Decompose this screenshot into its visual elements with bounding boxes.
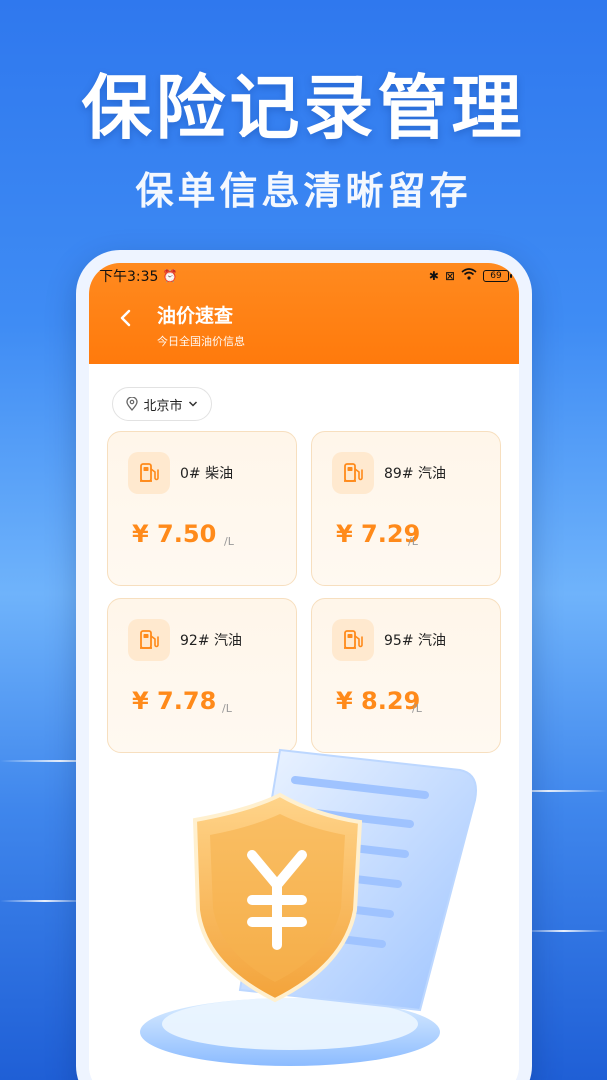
promo-subtitle: 保单信息清晰留存	[135, 169, 472, 213]
fuel-icon-wrap	[332, 452, 374, 494]
fuel-pump-icon	[140, 463, 159, 482]
fuel-card-0-diesel[interactable]: 0# 柴油 ¥ 7.50 /L	[107, 431, 297, 586]
back-icon	[120, 309, 131, 327]
wifi-icon	[461, 268, 477, 284]
fuel-unit: /L	[412, 702, 422, 715]
alarm-off-icon: ⏰	[162, 269, 178, 283]
fuel-icon-wrap	[128, 452, 170, 494]
fuel-price: ¥ 7.50	[132, 520, 217, 548]
insurance-illustration	[80, 740, 500, 1080]
status-bar: 下午3:35 ⏰ ✱ ⊠ 69	[99, 265, 512, 287]
bluetooth-icon: ✱	[428, 269, 439, 283]
back-button[interactable]	[111, 303, 141, 333]
light-streak	[520, 930, 607, 932]
fuel-card-2-92[interactable]: 92# 汽油 ¥ 7.78 /L	[107, 598, 297, 753]
fuel-unit: /L	[222, 702, 232, 715]
fuel-pump-icon	[344, 463, 363, 482]
fuel-card-1-89[interactable]: 89# 汽油 ¥ 7.29 /L	[311, 431, 501, 586]
fuel-icon-wrap	[332, 619, 374, 661]
battery-level: 69	[490, 271, 502, 281]
city-selector[interactable]: 北京市	[112, 387, 212, 421]
location-pin-icon	[126, 397, 139, 411]
page-title: 油价速查	[157, 305, 234, 327]
page-subtitle: 今日全国油价信息	[157, 335, 245, 348]
app-bar: 下午3:35 ⏰ ✱ ⊠ 69 油价速查 今日全国油价信息	[89, 263, 519, 364]
fuel-name: 92# 汽油	[180, 633, 242, 649]
mute-icon: ⊠	[444, 269, 455, 283]
fuel-pump-icon	[344, 630, 363, 649]
fuel-card-3-95[interactable]: 95# 汽油 ¥ 8.29 /L	[311, 598, 501, 753]
fuel-price: ¥ 8.29	[336, 687, 421, 715]
fuel-name: 95# 汽油	[384, 633, 446, 649]
fuel-unit: /L	[224, 535, 234, 548]
city-label: 北京市	[143, 398, 183, 414]
fuel-icon-wrap	[128, 619, 170, 661]
status-time: 下午3:35	[99, 269, 159, 285]
fuel-name: 89# 汽油	[384, 466, 446, 482]
fuel-pump-icon	[140, 630, 159, 649]
battery-icon: 69	[483, 270, 512, 282]
chevron-down-icon	[188, 401, 197, 407]
fuel-price: ¥ 7.78	[132, 687, 217, 715]
promo-title: 保险记录管理	[81, 67, 526, 149]
fuel-unit: /L	[408, 535, 418, 548]
fuel-name: 0# 柴油	[180, 466, 234, 482]
